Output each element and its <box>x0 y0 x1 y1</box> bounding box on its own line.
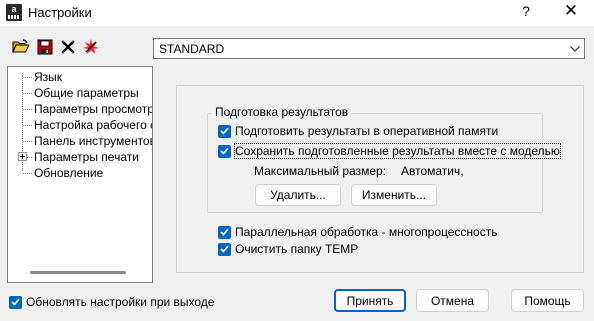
parallel-processing-checkbox[interactable]: Параллельная обработка - многопроцесснос… <box>218 225 497 239</box>
tree-connector-line <box>27 157 32 158</box>
delete-results-button[interactable]: Удалить... <box>255 184 341 206</box>
change-results-button[interactable]: Изменить... <box>351 184 437 206</box>
tree-connector-line <box>23 141 32 142</box>
max-size-label: Максимальный размер: <box>254 164 387 178</box>
save-with-model-checkbox[interactable]: Сохранить подготовленные результаты вмес… <box>218 143 561 159</box>
parallel-processing-label: Параллельная обработка - многопроцесснос… <box>235 225 498 239</box>
prepare-in-memory-label: Подготовить результаты в оперативной пам… <box>235 124 499 138</box>
cancel-button[interactable]: Отмена <box>416 289 489 312</box>
tree-item-view[interactable]: Параметры просмотра <box>34 101 152 117</box>
update-on-exit-checkbox[interactable]: Обновлять настройки при выходе <box>9 295 214 309</box>
checkmark-icon <box>218 124 231 138</box>
checkmark-icon <box>218 242 231 256</box>
profile-combobox-value: STANDARD <box>159 41 225 56</box>
app-icon-letter: a <box>11 4 17 14</box>
profile-combobox[interactable]: STANDARD <box>153 38 585 59</box>
help-button[interactable]: Помощь <box>511 289 584 312</box>
open-folder-icon[interactable] <box>12 38 30 56</box>
tree-connector-line <box>23 125 32 126</box>
tree-item-general[interactable]: Общие параметры <box>34 85 139 101</box>
update-on-exit-label: Обновлять настройки при выходе <box>26 295 215 309</box>
delete-x-icon[interactable] <box>59 38 77 56</box>
reset-star-icon[interactable] <box>82 38 100 56</box>
tree-item-language[interactable]: Язык <box>34 69 62 85</box>
app-icon: a <box>6 4 22 21</box>
checkmark-icon <box>9 295 22 309</box>
tree-connector-line <box>23 93 32 94</box>
save-disk-icon[interactable] <box>36 38 54 56</box>
tree-horizontal-scrollbar[interactable] <box>30 271 126 274</box>
tree-connector-line <box>23 173 32 174</box>
help-title-button[interactable]: ? <box>519 3 533 19</box>
window-title: Настройки <box>28 5 92 20</box>
tree-item-update[interactable]: Обновление <box>34 165 103 181</box>
settings-tree[interactable]: Язык Общие параметры Параметры просмотра… <box>7 66 153 283</box>
clear-temp-label: Очистить папку TEMP <box>235 242 359 256</box>
checkmark-icon <box>218 225 231 239</box>
accept-button[interactable]: Принять <box>334 289 406 312</box>
title-bar: a Настройки ? ✕ <box>0 0 594 26</box>
prepare-in-memory-checkbox[interactable]: Подготовить результаты в оперативной пам… <box>218 124 498 138</box>
tree-connector-line <box>23 77 32 78</box>
expand-plus-icon[interactable] <box>18 152 27 161</box>
tree-connector-line <box>23 109 32 110</box>
tree-item-workspace[interactable]: Настройка рабочего ст <box>34 117 152 133</box>
checkmark-icon <box>218 144 231 158</box>
tree-item-toolbar[interactable]: Панель инструментов и <box>34 133 152 149</box>
close-window-button[interactable]: ✕ <box>563 1 579 21</box>
clear-temp-checkbox[interactable]: Очистить папку TEMP <box>218 242 358 256</box>
results-group-title: Подготовка результатов <box>212 105 352 119</box>
save-with-model-label: Сохранить подготовленные результаты вмес… <box>234 143 561 159</box>
max-size-value: Автоматич, <box>401 164 464 178</box>
tree-item-print[interactable]: Параметры печати <box>34 149 139 165</box>
chevron-down-icon[interactable] <box>566 39 584 58</box>
